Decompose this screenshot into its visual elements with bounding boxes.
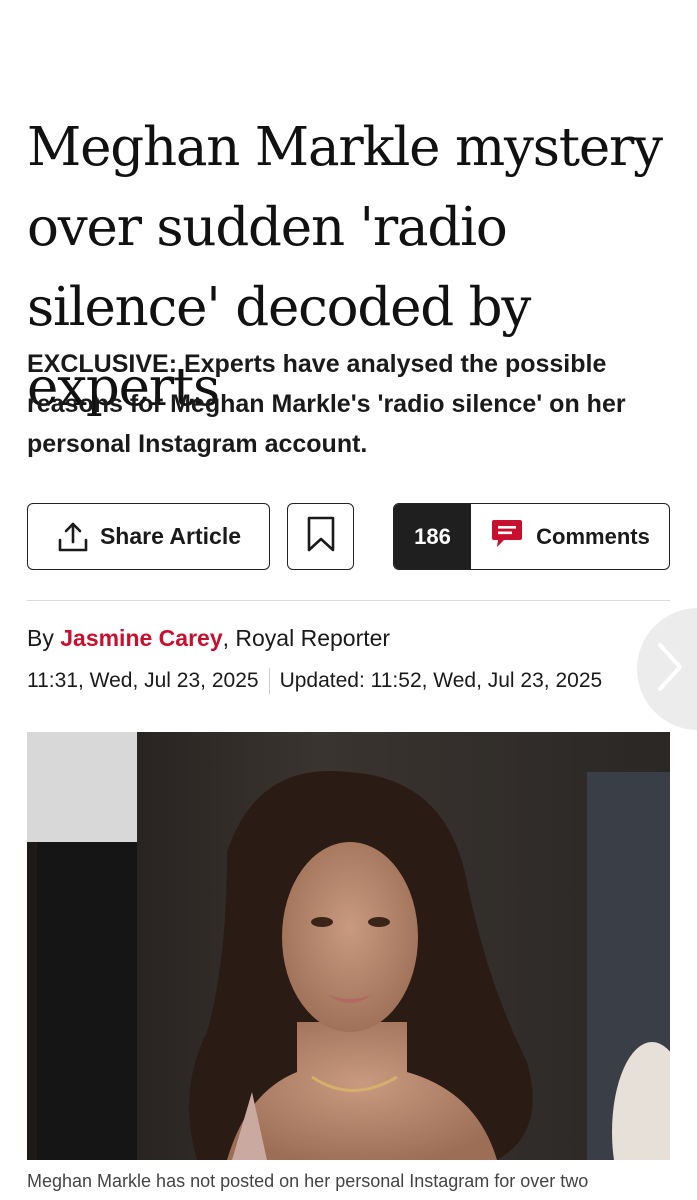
date-separator xyxy=(268,668,270,694)
author-link[interactable]: Jasmine Carey xyxy=(60,625,222,651)
article-standfirst: EXCLUSIVE: Experts have analysed the pos… xyxy=(27,350,626,458)
comments-label-group: Comments xyxy=(471,504,669,569)
bookmark-button[interactable] xyxy=(287,503,354,570)
next-article-button[interactable] xyxy=(637,608,697,730)
speech-bubble-icon xyxy=(490,518,524,555)
article-dates: 11:31, Wed, Jul 23, 2025 Updated: 11:52,… xyxy=(27,666,602,696)
image-caption: Meghan Markle has not posted on her pers… xyxy=(27,1171,589,1191)
divider xyxy=(27,600,670,601)
share-article-button[interactable]: Share Article xyxy=(27,503,270,570)
comments-count: 186 xyxy=(394,504,471,569)
comments-label: Comments xyxy=(536,523,650,549)
byline: By Jasmine Carey, Royal Reporter xyxy=(27,622,390,654)
article-page: Meghan Markle mystery over sudden 'radio… xyxy=(0,0,697,1200)
bookmark-icon xyxy=(306,515,336,558)
chevron-right-icon xyxy=(655,640,685,699)
author-role: , Royal Reporter xyxy=(222,625,391,651)
hero-image xyxy=(27,732,670,1160)
published-date: 11:31, Wed, Jul 23, 2025 xyxy=(27,669,259,692)
comments-button[interactable]: 186 Comments xyxy=(393,503,670,570)
share-upload-icon xyxy=(56,520,90,554)
share-article-label: Share Article xyxy=(99,523,242,549)
updated-date: Updated: 11:52, Wed, Jul 23, 2025 xyxy=(279,669,603,692)
byline-prefix: By xyxy=(27,625,61,651)
